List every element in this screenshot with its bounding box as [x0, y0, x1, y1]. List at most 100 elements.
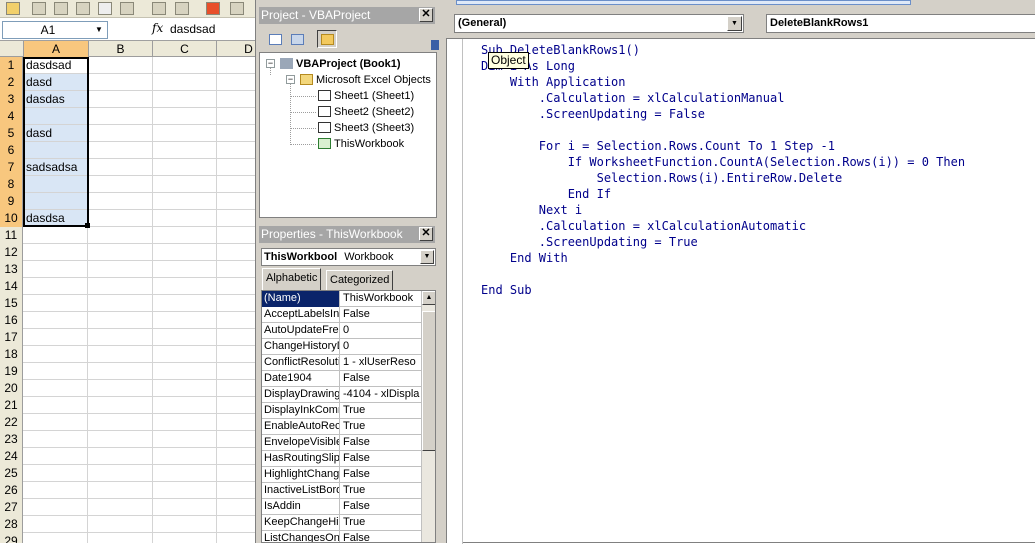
- grid-cell[interactable]: [216, 227, 217, 244]
- grid-cell[interactable]: [216, 91, 217, 108]
- scroll-up-icon[interactable]: ▲: [422, 291, 435, 305]
- property-name[interactable]: AutoUpdateFreq: [262, 323, 340, 339]
- cell-a[interactable]: dasdas: [24, 91, 88, 107]
- cell-a[interactable]: dasd: [24, 125, 88, 141]
- print-icon[interactable]: [76, 2, 90, 15]
- grid-cell[interactable]: [152, 346, 153, 363]
- property-name[interactable]: AcceptLabelsInF: [262, 307, 340, 323]
- property-name[interactable]: InactiveListBord: [262, 483, 340, 499]
- cell-a[interactable]: [24, 380, 88, 396]
- row-header[interactable]: 3: [0, 91, 23, 108]
- row-header[interactable]: 22: [0, 414, 23, 431]
- code-line[interactable]: .Calculation = xlCalculationManual: [481, 90, 965, 106]
- grid-cell[interactable]: [216, 499, 217, 516]
- column-header-d[interactable]: D: [217, 41, 255, 57]
- cell-a[interactable]: [24, 261, 88, 277]
- grid-cell[interactable]: [216, 329, 217, 346]
- cell-a[interactable]: dasdsad: [24, 57, 88, 73]
- grid-cell[interactable]: [216, 533, 217, 543]
- code-line[interactable]: .Calculation = xlCalculationAutomatic: [481, 218, 965, 234]
- tab-alphabetic[interactable]: Alphabetic: [262, 268, 322, 290]
- grid-cell[interactable]: [152, 431, 153, 448]
- grid-cell[interactable]: [216, 176, 217, 193]
- property-row[interactable]: HighlightChange False: [262, 467, 422, 483]
- grid-cell[interactable]: [152, 533, 153, 543]
- property-value[interactable]: False: [341, 499, 422, 515]
- grid-cell[interactable]: [216, 516, 217, 533]
- grid-cell[interactable]: [216, 380, 217, 397]
- code-line[interactable]: .ScreenUpdating = True: [481, 234, 965, 250]
- code-line[interactable]: Dim i As Long: [481, 58, 965, 74]
- grid-cell[interactable]: [152, 329, 153, 346]
- scroll-thumb[interactable]: [422, 311, 435, 451]
- tree-project-root[interactable]: VBAProject (Book1): [280, 57, 401, 71]
- grid-cell[interactable]: [152, 57, 153, 74]
- property-row[interactable]: InactiveListBord True: [262, 483, 422, 499]
- grid-cell[interactable]: [216, 312, 217, 329]
- grid-cell[interactable]: [216, 125, 217, 142]
- row-header[interactable]: 10: [0, 210, 23, 227]
- property-name[interactable]: Date1904: [262, 371, 340, 387]
- cell-a[interactable]: [24, 329, 88, 345]
- chevron-down-icon[interactable]: ▼: [420, 250, 434, 264]
- open-icon[interactable]: [6, 2, 20, 15]
- grid-cell[interactable]: [152, 414, 153, 431]
- cell-a[interactable]: [24, 108, 88, 124]
- grid-cell[interactable]: [152, 516, 153, 533]
- row-header[interactable]: 14: [0, 278, 23, 295]
- cell-a[interactable]: [24, 142, 88, 158]
- cell-a[interactable]: dasd: [24, 74, 88, 90]
- row-header[interactable]: 1: [0, 57, 23, 74]
- row-header[interactable]: 16: [0, 312, 23, 329]
- view-code-button[interactable]: [265, 30, 285, 48]
- grid-cell[interactable]: [152, 210, 153, 227]
- grid-cell[interactable]: [216, 74, 217, 91]
- code-line[interactable]: .ScreenUpdating = False: [481, 106, 965, 122]
- row-header[interactable]: 15: [0, 295, 23, 312]
- grid-cell[interactable]: [152, 499, 153, 516]
- grid-cell[interactable]: [152, 142, 153, 159]
- property-row[interactable]: ListChangesOnN False: [262, 531, 422, 542]
- tab-categorized[interactable]: Categorized: [326, 270, 394, 290]
- property-row[interactable]: ConflictResolutio 1 - xlUserReso: [262, 355, 422, 371]
- row-header[interactable]: 24: [0, 448, 23, 465]
- grid-cell[interactable]: [152, 176, 153, 193]
- code-line[interactable]: End Sub: [481, 282, 965, 298]
- tree-item-sheet3[interactable]: Sheet3 (Sheet3): [318, 121, 414, 135]
- property-name[interactable]: ListChangesOnN: [262, 531, 340, 542]
- property-name[interactable]: DisplayInkComm: [262, 403, 340, 419]
- property-value[interactable]: ThisWorkbook: [341, 291, 422, 307]
- row-header[interactable]: 17: [0, 329, 23, 346]
- tree-item-thisworkbook[interactable]: ThisWorkbook: [318, 137, 404, 151]
- cell-a[interactable]: [24, 176, 88, 192]
- property-name[interactable]: DisplayDrawingO: [262, 387, 340, 403]
- property-value[interactable]: False: [341, 531, 422, 542]
- grid-cell[interactable]: [216, 193, 217, 210]
- grid-cell[interactable]: [216, 261, 217, 278]
- permission-icon[interactable]: [32, 2, 46, 15]
- cut-icon[interactable]: [120, 2, 134, 15]
- property-value[interactable]: False: [341, 307, 422, 323]
- property-name[interactable]: EnvelopeVisible: [262, 435, 340, 451]
- cell-a[interactable]: [24, 244, 88, 260]
- code-line[interactable]: Next i: [481, 202, 965, 218]
- property-row[interactable]: AutoUpdateFreq 0: [262, 323, 422, 339]
- grid-cell[interactable]: [216, 346, 217, 363]
- chevron-down-icon[interactable]: ▼: [92, 23, 106, 37]
- property-value[interactable]: True: [341, 403, 422, 419]
- property-value[interactable]: True: [341, 515, 422, 531]
- property-row[interactable]: DisplayInkComm True: [262, 403, 422, 419]
- property-row[interactable]: Date1904 False: [262, 371, 422, 387]
- chevron-down-icon[interactable]: ▼: [727, 16, 742, 31]
- property-name[interactable]: HighlightChange: [262, 467, 340, 483]
- property-row[interactable]: KeepChangeHist True: [262, 515, 422, 531]
- grid-cell[interactable]: [152, 159, 153, 176]
- code-lines[interactable]: Sub DeleteBlankRows1()Dim i As Long With…: [481, 42, 965, 298]
- row-header[interactable]: 13: [0, 261, 23, 278]
- property-row[interactable]: DisplayDrawingO-4104 - xlDispla: [262, 387, 422, 403]
- code-line[interactable]: For i = Selection.Rows.Count To 1 Step -…: [481, 138, 965, 154]
- code-editor[interactable]: Sub DeleteBlankRows1()Dim i As Long With…: [446, 38, 1035, 544]
- fill-handle[interactable]: [85, 223, 90, 228]
- grid-cell[interactable]: [216, 465, 217, 482]
- grid-cell[interactable]: [216, 244, 217, 261]
